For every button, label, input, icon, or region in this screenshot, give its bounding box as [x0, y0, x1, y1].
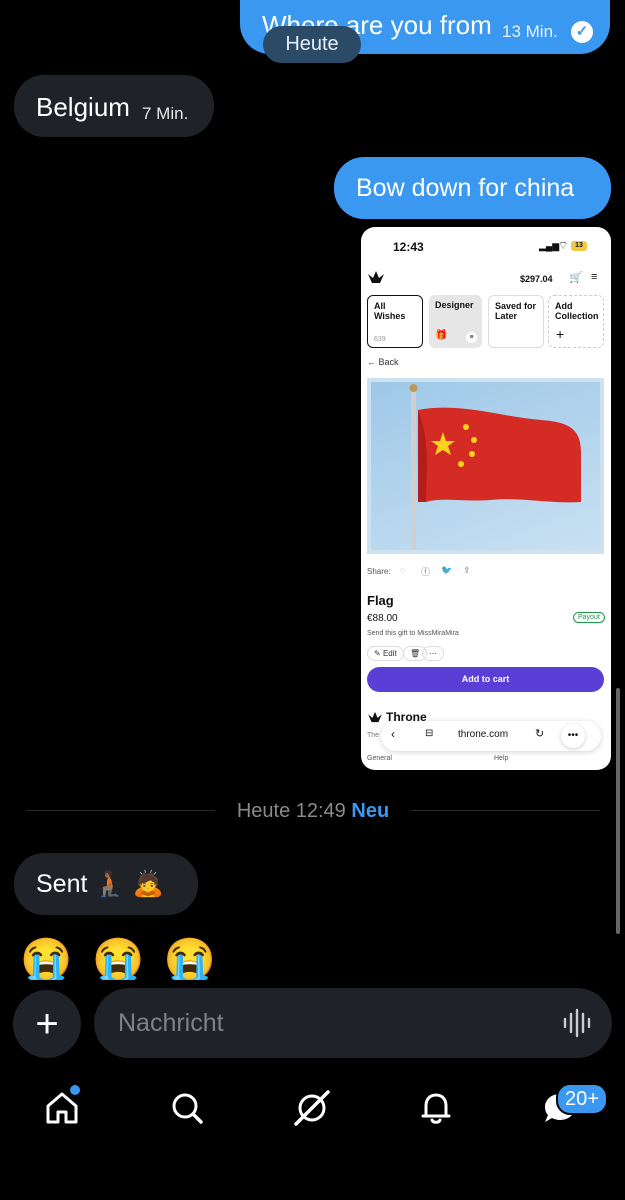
whatsapp-icon[interactable]: ◌	[400, 565, 405, 575]
reader-icon[interactable]: ⊟	[425, 728, 433, 739]
divider-new-label: Neu	[351, 800, 390, 822]
product-name: Flag	[367, 593, 394, 608]
throne-logo-icon	[368, 271, 384, 283]
back-label: Back	[378, 357, 399, 367]
flag-photo	[409, 384, 581, 550]
tile-designer[interactable]: Designer 🎁 ≡	[429, 295, 482, 348]
more-icon: ≡	[466, 332, 477, 343]
share-label: Share:	[367, 567, 391, 576]
shared-screenshot[interactable]: 12:43 ▂▄▆ ⌔ 13 $297.04 🛒 ≡ All Wishes 63…	[361, 227, 611, 770]
divider-label-wrap: Heute 12:49 Neu	[215, 800, 411, 824]
emoji-message[interactable]: 😭 😭 😭	[20, 936, 220, 980]
add-to-cart-button[interactable]: Add to cart	[367, 667, 604, 692]
message-bubble-incoming[interactable]: Belgium 7 Min.	[14, 75, 214, 137]
notifications-bell-icon[interactable]	[416, 1088, 456, 1128]
divider-time: Heute 12:49	[236, 800, 346, 822]
tile-label: Designer	[435, 300, 474, 310]
tile-label: Add Collection	[555, 301, 599, 321]
wifi-icon: ⌔	[558, 240, 569, 252]
tile-count: 639	[374, 336, 386, 343]
tile-all-wishes[interactable]: All Wishes 639	[367, 295, 423, 348]
status-time: 12:43	[393, 240, 424, 254]
voice-waveform-icon[interactable]	[562, 1008, 594, 1038]
message-text: Bow down for china	[356, 174, 575, 202]
cart-total: $297.04	[520, 274, 553, 284]
footer-general[interactable]: General	[367, 755, 392, 762]
gift-icon: 🎁	[435, 330, 448, 341]
message-bubble-incoming[interactable]: Sent 🧎🏾 🙇	[14, 853, 198, 915]
reload-icon[interactable]: ↻	[535, 727, 544, 740]
message-placeholder: Nachricht	[118, 1009, 224, 1037]
tile-label: All Wishes	[374, 301, 406, 321]
more-options-button[interactable]: ⋯	[422, 646, 444, 661]
product-image	[367, 378, 604, 554]
facebook-icon[interactable]: ⓕ	[421, 565, 430, 578]
message-input[interactable]: Nachricht	[94, 988, 612, 1058]
message-time: 13 Min.	[502, 22, 558, 41]
message-text: Sent 🧎🏾 🙇	[36, 870, 164, 898]
messages-badge: 20+	[556, 1083, 608, 1115]
edit-label: Edit	[382, 649, 397, 658]
tile-add-collection[interactable]: Add Collection +	[548, 295, 604, 348]
brand-blurb-fragment: The	[367, 732, 380, 739]
browser-more-icon[interactable]: •••	[561, 724, 585, 748]
menu-icon[interactable]: ≡	[591, 271, 597, 283]
edit-button[interactable]: ✎ Edit	[367, 646, 404, 661]
share-icon[interactable]: ⇪	[463, 565, 471, 576]
twitter-icon[interactable]: 🐦	[441, 565, 452, 576]
cart-icon[interactable]: 🛒	[569, 271, 583, 284]
browser-back-icon[interactable]: ‹	[391, 727, 395, 741]
scrollbar[interactable]	[616, 688, 620, 934]
footer-help[interactable]: Help	[494, 755, 508, 762]
tile-saved-for-later[interactable]: Saved for Later	[488, 295, 544, 348]
payout-badge: Payout	[573, 612, 605, 623]
back-link[interactable]: ← Back	[367, 357, 399, 367]
url-text: throne.com	[458, 729, 509, 740]
message-text: Belgium	[36, 92, 130, 122]
tile-label: Saved for Later	[495, 301, 537, 321]
grok-icon[interactable]	[292, 1088, 332, 1128]
attach-button[interactable]: +	[13, 990, 81, 1058]
search-icon[interactable]	[167, 1088, 207, 1128]
read-check-icon: ✓	[571, 21, 593, 43]
message-bubble-outgoing[interactable]: Bow down for china	[334, 157, 611, 219]
battery-icon: 13	[571, 241, 587, 251]
send-note: Send this gift to MissMiraMira	[367, 630, 459, 637]
product-price: €88.00	[367, 613, 398, 624]
date-pill: Heute	[263, 26, 361, 63]
home-notification-dot	[70, 1085, 80, 1095]
message-time: 7 Min.	[142, 104, 189, 123]
browser-url-bar[interactable]: ‹ ⊟ throne.com ↻ •••	[381, 721, 601, 751]
plus-icon: +	[556, 326, 565, 342]
signal-icon: ▂▄▆	[539, 241, 560, 251]
throne-logo-icon	[368, 711, 382, 723]
